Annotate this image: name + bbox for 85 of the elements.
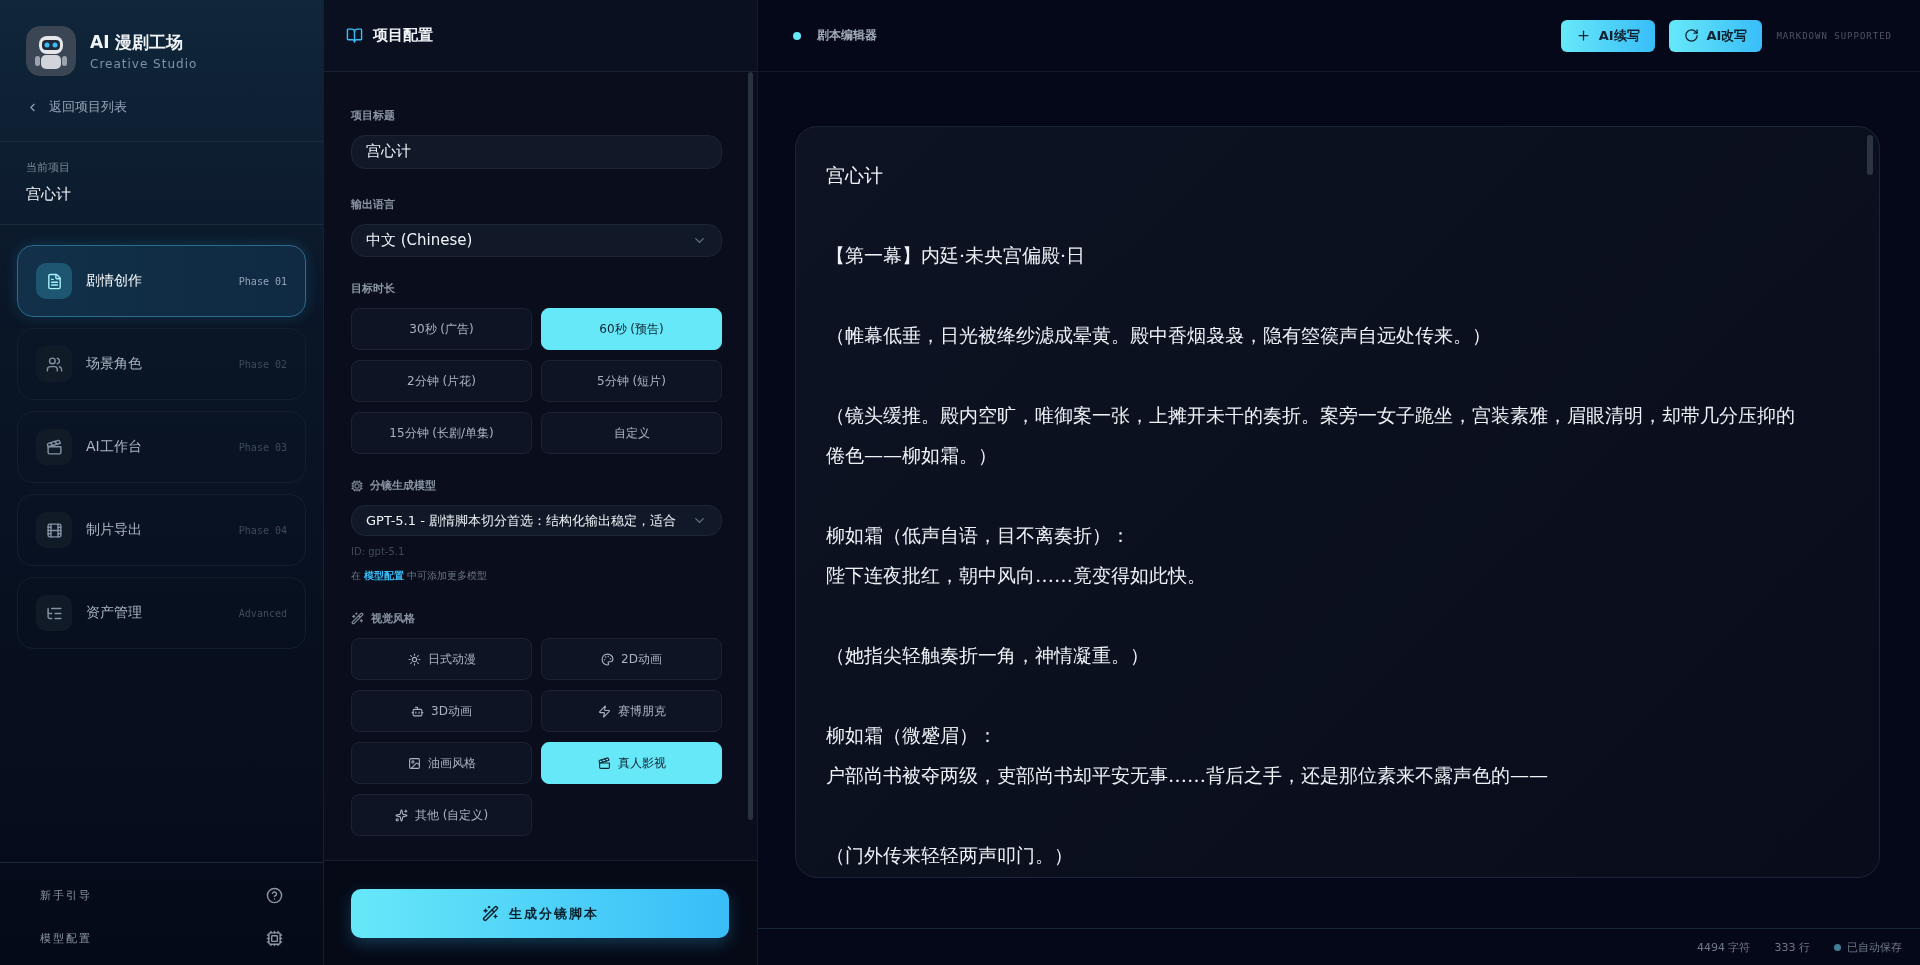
- nav-label: 剧情创作: [86, 272, 143, 290]
- plus-icon: [1575, 28, 1591, 43]
- script-line: 陛下连夜批红，朝中风向……竟变得如此快。: [826, 563, 1207, 588]
- style-option[interactable]: 3D动画: [351, 690, 532, 732]
- image-icon: [407, 756, 421, 770]
- current-project-label: 当前项目: [26, 160, 71, 175]
- refresh-icon: [1683, 28, 1699, 43]
- duration-option[interactable]: 自定义: [541, 412, 722, 455]
- style-option[interactable]: 日式动漫: [351, 638, 532, 680]
- nav-item[interactable]: 剧情创作 Phase 01: [17, 245, 306, 317]
- nav-item[interactable]: 资产管理 Advanced: [17, 577, 306, 649]
- model-select[interactable]: GPT-5.1 - 剧情脚本切分首选：结构化输出稳定，适合: [351, 505, 722, 536]
- language-select[interactable]: 中文 (Chinese): [351, 223, 722, 258]
- phase-label: Phase 04: [238, 524, 287, 536]
- wand-icon: [481, 905, 499, 922]
- line-count: 333 行: [1774, 939, 1810, 955]
- lightning-icon: [597, 704, 611, 718]
- script-line: 柳如霜（微蹙眉）：: [826, 723, 998, 748]
- clapperboard-icon: [597, 756, 611, 770]
- format-note: MARKDOWN SUPPORTED: [1776, 30, 1892, 41]
- script-editor[interactable]: [795, 126, 1880, 878]
- field-label: 分镜生成模型: [370, 478, 436, 494]
- char-count: 4494 字符: [1697, 939, 1751, 955]
- robot-icon: [411, 704, 425, 718]
- people-icon: [36, 346, 72, 382]
- app-title: AI 漫剧工场: [90, 31, 185, 54]
- status-dot: [793, 31, 801, 40]
- duration-option[interactable]: 5分钟 (短片): [541, 360, 722, 403]
- film-icon: [36, 512, 72, 548]
- script-line: 户部尚书被夺两级，吏部尚书却平安无事……背后之手，还是那位素来不露声色的——: [826, 763, 1549, 788]
- model-id: ID: gpt-5.1: [351, 546, 406, 557]
- robot-logo-icon: [26, 26, 76, 76]
- duration-option[interactable]: 15分钟 (长剧/单集): [351, 412, 532, 455]
- style-option[interactable]: 其他 (自定义): [351, 794, 532, 836]
- nav-label: 资产管理: [86, 604, 143, 622]
- phase-label: Advanced: [238, 607, 287, 619]
- duration-option[interactable]: 30秒 (广告): [351, 308, 532, 351]
- duration-option[interactable]: 60秒 (预告): [541, 308, 722, 351]
- style-option[interactable]: 赛博朋克: [541, 690, 722, 732]
- script-line: （帷幕低垂，日光被绛纱滤成晕黄。殿中香烟袅袅，隐有箜篌声自远处传来。）: [826, 323, 1492, 348]
- panel-title: 项目配置: [373, 26, 433, 45]
- ai-continue-button[interactable]: AI续写: [1560, 19, 1655, 52]
- style-option[interactable]: 真人影视: [541, 742, 722, 784]
- app-subtitle: Creative Studio: [90, 57, 198, 71]
- style-option[interactable]: 油画风格: [351, 742, 532, 784]
- ai-rewrite-button[interactable]: AI改写: [1668, 19, 1763, 52]
- saved-dot: [1834, 943, 1841, 951]
- title-input-field[interactable]: 宫心计: [351, 135, 722, 169]
- generate-button[interactable]: 生成分镜脚本: [351, 889, 729, 938]
- script-line: （她指尖轻触奏折一角，神情凝重。）: [826, 643, 1150, 668]
- back-link[interactable]: 返回项目列表: [26, 98, 127, 116]
- script-line: 柳如霜（低声自语，目不离奏折）：: [826, 523, 1131, 548]
- book-icon: [346, 27, 363, 44]
- nav-item[interactable]: 制片导出 Phase 04: [17, 494, 306, 566]
- chip-icon: [351, 479, 363, 492]
- sidebar-footer-link[interactable]: 模型配置: [40, 931, 92, 946]
- model-hint: 在 模型配置 中可添加更多模型: [351, 569, 489, 583]
- script-line: 【第一幕】内廷·未央宫偏殿·日: [826, 243, 1087, 268]
- style-option[interactable]: 2D动画: [541, 638, 722, 680]
- duration-option[interactable]: 2分钟 (片花): [351, 360, 532, 403]
- current-project-name: 宫心计: [26, 185, 72, 204]
- model-config-link[interactable]: 模型配置: [364, 570, 405, 581]
- nav-label: 制片导出: [86, 521, 143, 539]
- nav-label: AI工作台: [86, 438, 143, 456]
- sun-icon: [407, 652, 421, 666]
- save-status: 已自动保存: [1847, 939, 1902, 955]
- script-line: （门外传来轻轻两声叩门。）: [826, 843, 1074, 868]
- field-label: 目标时长: [351, 281, 395, 297]
- wand-icon: [351, 612, 364, 625]
- phase-label: Phase 01: [238, 275, 287, 287]
- sidebar-footer-link[interactable]: 新手引导: [40, 888, 92, 903]
- chip-icon[interactable]: [266, 930, 283, 947]
- field-label: 输出语言: [351, 196, 395, 212]
- field-label: 项目标题: [351, 108, 395, 123]
- editor-title: 剧本编辑器: [817, 27, 877, 44]
- sparkles-icon: [394, 808, 408, 822]
- script-line: 宫心计: [826, 163, 884, 188]
- list-icon: [36, 595, 72, 631]
- nav-label: 场景角色: [86, 355, 143, 373]
- help-icon[interactable]: [266, 887, 283, 904]
- script-line: （镜头缓推。殿内空旷，唯御案一张，上摊开未干的奏折。案旁一女子跪坐，宫装素雅，眉眼清明，却带几分压抑的倦色——柳如霜。）: [826, 403, 1796, 468]
- clapperboard-icon: [36, 429, 72, 465]
- document-icon: [36, 263, 72, 299]
- field-label: 视觉风格: [371, 611, 415, 626]
- palette-icon: [601, 652, 615, 666]
